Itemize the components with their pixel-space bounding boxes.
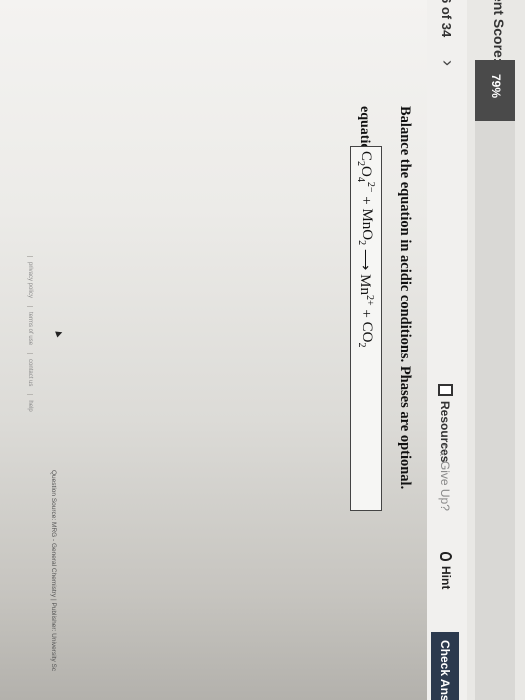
product-mn: Mn2+: [357, 274, 376, 306]
footer-links: privacy policy terms of use contact us h…: [27, 256, 33, 412]
question-source: Question Source: MRG - General Chemistry…: [50, 470, 57, 672]
plus-sign: +: [358, 309, 375, 318]
hint-label: Hint: [439, 566, 453, 590]
terms-of-use-link[interactable]: terms of use: [27, 306, 33, 346]
privacy-policy-link[interactable]: privacy policy: [27, 256, 33, 299]
reactant-oxalate: C2O42−: [355, 151, 377, 193]
product-co2: CO2: [356, 321, 376, 348]
resources-icon: [438, 384, 453, 396]
reaction-arrow: ⟶: [357, 248, 374, 271]
contact-us-link[interactable]: contact us: [27, 353, 33, 387]
mouse-cursor-icon: ▲: [51, 326, 67, 341]
give-up-label: Give Up?: [438, 460, 453, 511]
score-bar: ent Score: 79%: [466, 0, 525, 700]
equation-input[interactable]: C2O42− + MnO2 ⟶ Mn2+ + CO2: [350, 146, 382, 511]
check-answer-button[interactable]: Check Answ: [431, 632, 459, 700]
question-prompt: Balance the equation in acidic condition…: [397, 106, 413, 490]
score-label: ent Score:: [491, 0, 507, 63]
lightbulb-icon: [440, 552, 452, 561]
give-up-icon: ⌐ₓ: [438, 444, 453, 456]
give-up-button[interactable]: ⌐ₓ Give Up?: [438, 444, 453, 511]
score-track: [475, 60, 515, 700]
question-counter: 6 of 34: [439, 0, 454, 38]
reactant-mno2: MnO2: [356, 208, 376, 246]
score-value: 79%: [489, 74, 503, 99]
hint-button[interactable]: Hint: [439, 552, 453, 589]
assignment-page: ent Score: 79% 6 of 34 › Resources ⌐ₓ Gi…: [0, 0, 525, 700]
help-link[interactable]: help: [27, 394, 33, 412]
question-nav: 6 of 34 › Resources ⌐ₓ Give Up? Hint Che…: [427, 0, 467, 700]
plus-sign: +: [358, 196, 375, 205]
next-question-chevron-right-icon[interactable]: ›: [437, 60, 458, 66]
